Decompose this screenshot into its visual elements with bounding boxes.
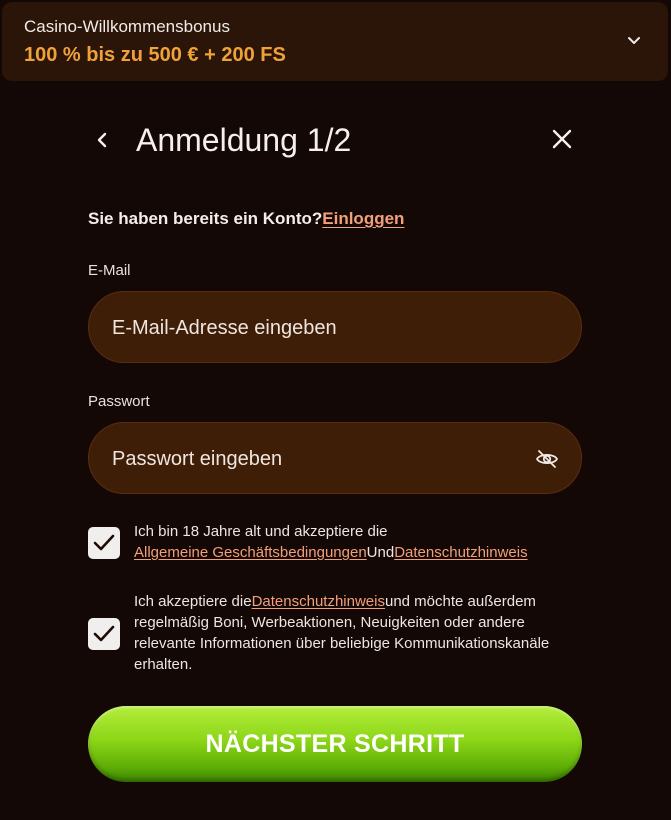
terms-link[interactable]: Allgemeine Geschäftsbedingungen [134,544,367,561]
privacy-link[interactable]: Datenschutzhinweis [394,544,527,561]
marketing-checkbox[interactable] [88,618,120,650]
login-prompt-text: Sie haben bereits ein Konto? [88,209,323,228]
terms-checkbox[interactable] [88,527,120,559]
login-link[interactable]: Einloggen [322,209,404,228]
marketing-privacy-link[interactable]: Datenschutzhinweis [252,593,385,610]
password-label: Passwort [88,393,150,410]
email-field[interactable] [110,292,514,364]
marketing-text: Ich akzeptiere dieDatenschutzhinweisund … [134,591,574,675]
next-step-button[interactable]: NÄCHSTER SCHRITT [88,706,582,782]
close-icon [552,129,572,149]
modal-header: Anmeldung 1/2 [88,116,582,164]
chevron-left-icon [97,132,107,148]
login-prompt: Sie haben bereits ein Konto?Einloggen [88,209,404,229]
terms-connector: Und [366,544,395,561]
bonus-value: 100 % bis zu 500 € + 200 FS [24,44,286,66]
close-button[interactable] [550,127,574,151]
password-field-wrapper [88,422,582,495]
terms-text-line1: Ich bin 18 Jahre alt und akzeptiere die [134,523,388,540]
back-button[interactable] [88,126,116,154]
bonus-title: Casino-Willkommensbonus [24,17,230,36]
marketing-text-before: Ich akzeptiere die [134,593,252,610]
eye-off-icon[interactable] [535,447,559,471]
checkmark-icon [93,534,115,551]
terms-text: Ich bin 18 Jahre alt und akzeptiere die … [134,521,594,563]
welcome-bonus-banner[interactable]: Casino-Willkommensbonus 100 % bis zu 500… [2,2,668,81]
email-field-wrapper [88,291,582,364]
email-label: E-Mail [88,262,131,279]
page-title: Anmeldung 1/2 [136,122,352,158]
password-field[interactable] [110,423,514,495]
chevron-down-icon[interactable] [626,32,642,48]
checkmark-icon [93,625,115,642]
registration-page: Casino-Willkommensbonus 100 % bis zu 500… [0,0,671,820]
